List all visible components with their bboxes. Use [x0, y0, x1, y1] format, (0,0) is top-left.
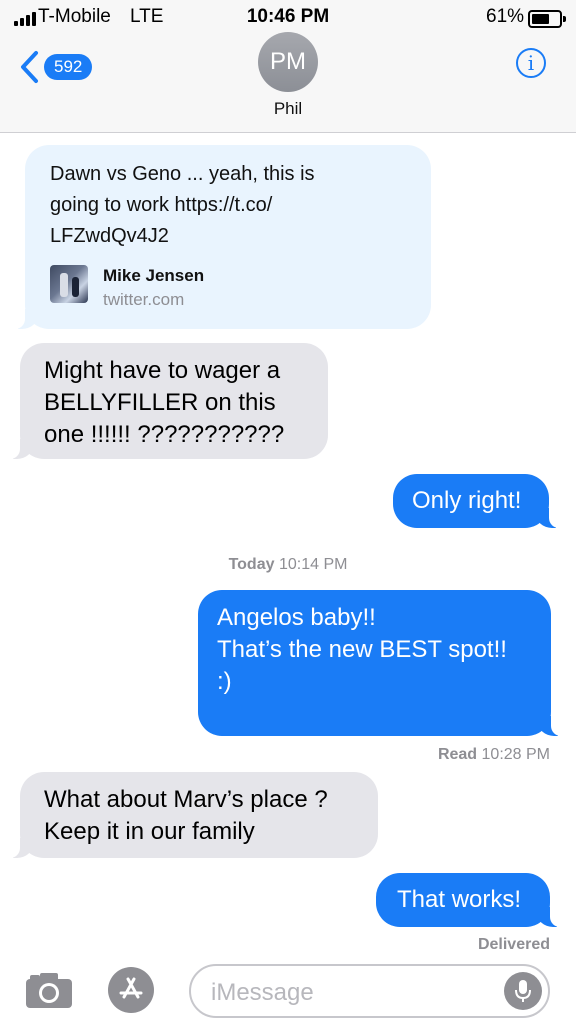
timestamp-day: Today	[228, 556, 275, 573]
link-preview-title[interactable]: Mike Jensen	[103, 266, 204, 286]
app-store-icon	[119, 977, 143, 999]
message-text: Only right!	[412, 487, 522, 514]
app-store-button[interactable]	[108, 967, 154, 1013]
contact-name[interactable]: Phil	[0, 99, 576, 119]
avatar-initials: PM	[270, 48, 306, 75]
camera-button[interactable]	[24, 970, 74, 1010]
message-text: Angelos baby!! That’s the new BEST spot!…	[217, 604, 507, 695]
link-preview-domain: twitter.com	[103, 290, 185, 309]
message-text: Might have to wager a BELLYFILLER on thi…	[44, 357, 285, 448]
link-thumbnail	[50, 265, 88, 303]
received-message[interactable]: Might have to wager a BELLYFILLER on thi…	[0, 343, 328, 459]
info-button[interactable]: i	[516, 48, 546, 78]
message-input[interactable]: iMessage	[189, 964, 550, 1018]
battery-icon	[528, 10, 566, 28]
timestamp-divider: Today 10:14 PM	[0, 556, 576, 574]
battery-percent: 61%	[486, 6, 525, 27]
conversation-header: T-Mobile LTE 10:46 PM 61% 592 PM Phil i	[0, 0, 576, 133]
read-time: 10:28 PM	[481, 746, 550, 763]
microphone-icon	[515, 980, 531, 1002]
dictation-button[interactable]	[504, 972, 542, 1010]
message-input-placeholder: iMessage	[211, 979, 314, 1006]
message-text: That works!	[397, 886, 522, 913]
unread-count-badge: 592	[44, 54, 93, 80]
received-message-link[interactable]: Dawn vs Geno ... yeah, this is going to …	[0, 145, 431, 329]
back-button[interactable]: 592	[18, 50, 93, 84]
status-bar: T-Mobile LTE 10:46 PM 61%	[0, 0, 576, 36]
message-text: Dawn vs Geno ... yeah, this is going to …	[50, 163, 315, 247]
timestamp-time: 10:14 PM	[278, 556, 348, 573]
chevron-left-icon	[21, 51, 38, 83]
delivered-status: Delivered	[477, 936, 550, 953]
sent-message[interactable]: Angelos baby!! That’s the new BEST spot!…	[198, 590, 576, 736]
sent-message[interactable]: That works!	[376, 873, 576, 927]
message-text: What about Marv’s place ? Keep it in our…	[44, 786, 328, 845]
info-icon: i	[527, 51, 535, 75]
received-message[interactable]: What about Marv’s place ? Keep it in our…	[0, 772, 378, 858]
contact-avatar[interactable]: PM	[258, 32, 318, 92]
camera-icon	[26, 973, 72, 1008]
read-receipt: Read 10:28 PM	[438, 746, 550, 764]
sent-message[interactable]: Only right!	[393, 474, 575, 528]
read-label: Read	[437, 746, 478, 763]
